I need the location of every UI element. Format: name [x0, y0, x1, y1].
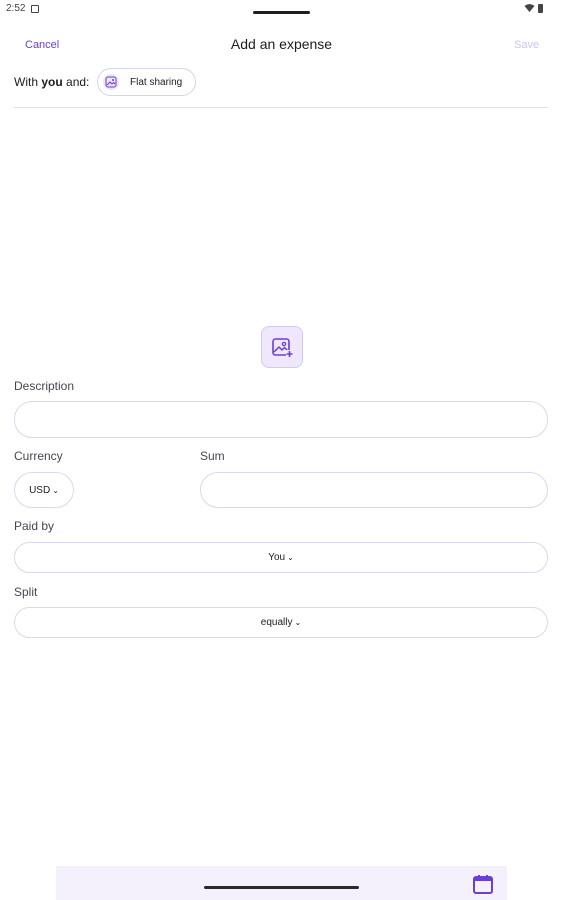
- save-button[interactable]: Save: [514, 39, 539, 51]
- sum-label: Sum: [200, 449, 225, 463]
- gesture-navigation-bar[interactable]: [204, 886, 359, 889]
- split-select[interactable]: equally ⌄: [14, 607, 548, 638]
- group-chip[interactable]: Flat sharing: [97, 68, 196, 96]
- group-chip-label: Flat sharing: [130, 77, 183, 88]
- sum-input[interactable]: [200, 472, 548, 508]
- currency-select[interactable]: USD ⌄: [14, 472, 74, 508]
- camera-cutout-bar: [253, 11, 310, 14]
- status-bar: 2:52: [0, 0, 563, 18]
- currency-value: USD: [29, 484, 51, 496]
- paid-by-select[interactable]: You ⌄: [14, 542, 548, 573]
- chevron-down-icon: ⌄: [52, 485, 59, 495]
- group-image-icon: [103, 74, 119, 90]
- add-photo-icon: [272, 338, 293, 357]
- chevron-down-icon: ⌄: [294, 618, 302, 627]
- paid-by-value: You: [268, 552, 286, 563]
- battery-icon: [538, 4, 543, 13]
- description-input[interactable]: [14, 401, 548, 438]
- status-time: 2:52: [6, 3, 26, 14]
- paid-by-label: Paid by: [14, 519, 55, 533]
- split-label: Split: [14, 585, 38, 599]
- chevron-down-icon: ⌄: [287, 553, 294, 562]
- split-value: equally: [260, 617, 293, 628]
- add-image-button[interactable]: [261, 326, 303, 368]
- participants-label: With you and:: [14, 75, 89, 89]
- description-label: Description: [14, 379, 75, 393]
- notification-icon: [31, 5, 39, 13]
- divider: [14, 107, 548, 108]
- bottom-bar: [56, 866, 507, 900]
- participants-prefix: With: [14, 75, 42, 89]
- page-title: Add an expense: [230, 36, 333, 52]
- wifi-icon: [524, 4, 535, 12]
- currency-label: Currency: [14, 449, 63, 463]
- calendar-icon[interactable]: [472, 873, 494, 895]
- participants-you: you: [41, 75, 63, 89]
- participants-suffix: and:: [62, 75, 90, 89]
